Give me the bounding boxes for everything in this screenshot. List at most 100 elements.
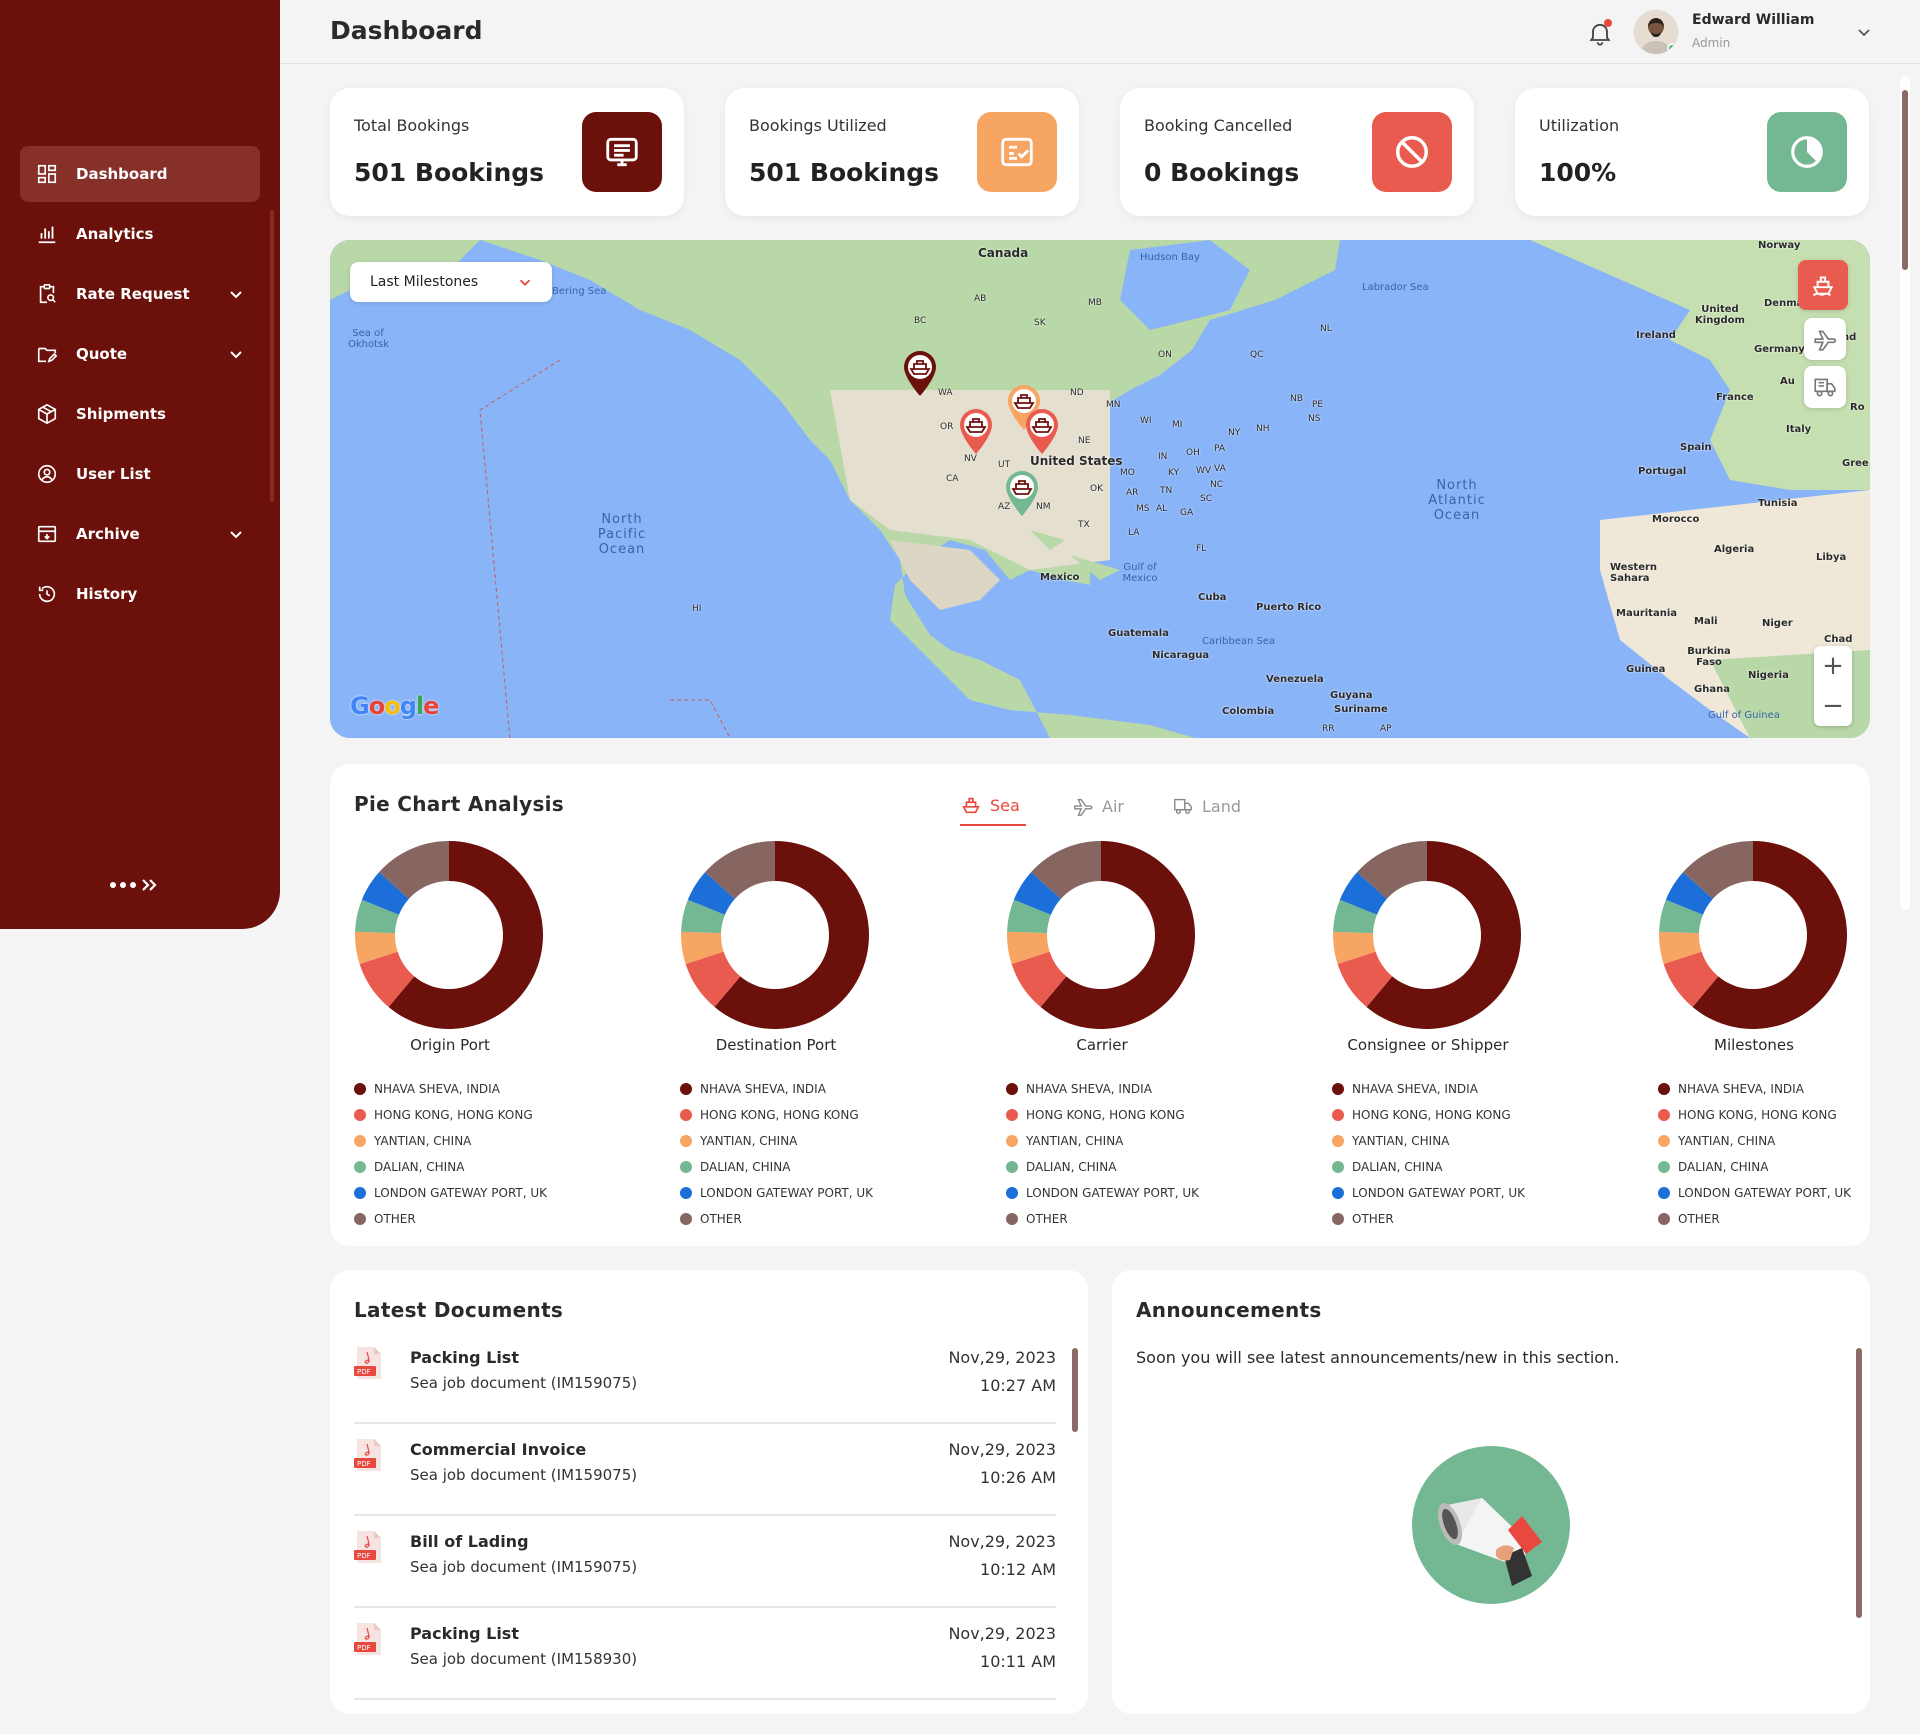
map-label: NS (1308, 414, 1321, 424)
map-label: OH (1186, 448, 1200, 458)
document-row[interactable]: PDF Packing List Sea job document (IM159… (354, 1332, 1056, 1424)
main-scrollbar[interactable] (1900, 76, 1910, 910)
land-mode-button[interactable] (1804, 366, 1846, 408)
legend-swatch (1658, 1213, 1670, 1225)
map-label: MB (1088, 298, 1102, 308)
legend-item[interactable]: OTHER (680, 1206, 950, 1232)
legend-item[interactable]: LONDON GATEWAY PORT, UK (1006, 1180, 1276, 1206)
legend-item[interactable]: OTHER (1332, 1206, 1602, 1232)
shipment-pin[interactable] (1002, 468, 1042, 518)
chevron-down-icon[interactable] (1854, 22, 1874, 42)
legend-item[interactable]: HONG KONG, HONG KONG (1006, 1102, 1276, 1128)
map-label: MI (1172, 420, 1183, 430)
map-label: Guinea (1626, 664, 1666, 675)
legend-item[interactable]: LONDON GATEWAY PORT, UK (1658, 1180, 1920, 1206)
tab-land[interactable]: Land (1172, 786, 1241, 826)
zoom-in-button[interactable]: + (1814, 646, 1852, 686)
legend-item[interactable]: DALIAN, CHINA (1332, 1154, 1602, 1180)
page-title: Dashboard (330, 16, 483, 45)
legend-label: LONDON GATEWAY PORT, UK (1678, 1186, 1852, 1200)
legend-item[interactable]: YANTIAN, CHINA (1332, 1128, 1602, 1154)
legend-item[interactable]: LONDON GATEWAY PORT, UK (680, 1180, 950, 1206)
document-row[interactable]: PDF Commercial Invoice Sea job document … (354, 1424, 1056, 1516)
legend-item[interactable]: NHAVA SHEVA, INDIA (354, 1076, 624, 1102)
legend-item[interactable]: HONG KONG, HONG KONG (354, 1102, 624, 1128)
dashboard-grid-icon (37, 164, 57, 184)
tab-air[interactable]: Air (1072, 786, 1124, 826)
shipment-pin[interactable] (1022, 406, 1062, 456)
legend-item[interactable]: NHAVA SHEVA, INDIA (1658, 1076, 1920, 1102)
legend-item[interactable]: LONDON GATEWAY PORT, UK (1332, 1180, 1602, 1206)
documents-scrollbar[interactable] (1072, 1348, 1078, 1432)
map-label: Au (1780, 376, 1795, 387)
sidebar-item-history[interactable]: History (20, 566, 260, 622)
avatar[interactable] (1634, 10, 1678, 54)
tab-label: Air (1102, 796, 1124, 816)
pie-chart: Carrier NHAVA SHEVA, INDIA HONG KONG, HONG… (982, 840, 1282, 1236)
tab-sea[interactable]: Sea (960, 786, 1026, 826)
document-subtitle: Sea job document (IM159075) (410, 1374, 638, 1392)
legend-label: LONDON GATEWAY PORT, UK (700, 1186, 874, 1200)
legend-item[interactable]: NHAVA SHEVA, INDIA (1332, 1076, 1602, 1102)
milestones-dropdown[interactable]: Last Milestones (350, 262, 552, 302)
shipment-pin[interactable] (956, 406, 996, 456)
stat-card-total-bookings[interactable]: Total Bookings 501 Bookings (330, 88, 684, 216)
legend-item[interactable]: YANTIAN, CHINA (354, 1128, 624, 1154)
sea-mode-button[interactable] (1798, 260, 1848, 310)
stat-card-booking-cancelled[interactable]: Booking Cancelled 0 Bookings (1120, 88, 1474, 216)
announcements-scrollbar[interactable] (1856, 1348, 1862, 1618)
legend-item[interactable]: DALIAN, CHINA (680, 1154, 950, 1180)
map-label: KY (1168, 468, 1180, 478)
map-label: NY (1228, 428, 1241, 438)
svg-text:PDF: PDF (357, 1552, 371, 1560)
map-label: Puerto Rico (1256, 602, 1322, 613)
sidebar-item-dashboard[interactable]: Dashboard (20, 146, 260, 202)
sidebar-item-shipments[interactable]: Shipments (20, 386, 260, 442)
document-row[interactable]: PDF Bill of Lading Sea job document (IM1… (354, 1516, 1056, 1608)
map-label: NH (1256, 424, 1270, 434)
legend-item[interactable]: DALIAN, CHINA (1006, 1154, 1276, 1180)
legend-item[interactable]: LONDON GATEWAY PORT, UK (354, 1180, 624, 1206)
svg-text:PDF: PDF (357, 1644, 371, 1652)
notification-bell-icon[interactable] (1586, 19, 1614, 47)
legend-item[interactable]: OTHER (1658, 1206, 1920, 1232)
legend-item[interactable]: HONG KONG, HONG KONG (1658, 1102, 1920, 1128)
sidebar-scrollbar[interactable] (270, 210, 274, 502)
scrollbar-thumb[interactable] (1902, 90, 1908, 270)
legend-item[interactable]: DALIAN, CHINA (1658, 1154, 1920, 1180)
legend-item[interactable]: YANTIAN, CHINA (1006, 1128, 1276, 1154)
legend-label: DALIAN, CHINA (1026, 1160, 1117, 1174)
document-row[interactable]: PDF Packing List Sea job document (IM158… (354, 1608, 1056, 1700)
map-label: France (1716, 392, 1754, 403)
legend-item[interactable]: NHAVA SHEVA, INDIA (680, 1076, 950, 1102)
legend-item[interactable]: DALIAN, CHINA (354, 1154, 624, 1180)
legend-item[interactable]: OTHER (354, 1206, 624, 1232)
legend-swatch (1658, 1135, 1670, 1147)
sidebar-item-quote[interactable]: Quote (20, 326, 260, 382)
collapse-dots-icon[interactable] (110, 873, 170, 897)
map-label: IN (1158, 452, 1168, 462)
legend-item[interactable]: YANTIAN, CHINA (1658, 1128, 1920, 1154)
air-mode-button[interactable] (1804, 318, 1846, 360)
legend-item[interactable]: NHAVA SHEVA, INDIA (1006, 1076, 1276, 1102)
legend-item[interactable]: OTHER (1006, 1206, 1276, 1232)
sidebar-item-analytics[interactable]: Analytics (20, 206, 260, 262)
stat-card-utilization[interactable]: Utilization 100% (1515, 88, 1869, 216)
sidebar-item-user-list[interactable]: User List (20, 446, 260, 502)
shipment-pin[interactable] (900, 348, 940, 398)
map-label: Ghana (1694, 684, 1730, 695)
zoom-out-button[interactable]: − (1814, 686, 1852, 726)
legend-item[interactable]: YANTIAN, CHINA (680, 1128, 950, 1154)
sidebar-item-rate-request[interactable]: Rate Request (20, 266, 260, 322)
legend-item[interactable]: HONG KONG, HONG KONG (1332, 1102, 1602, 1128)
sidebar-item-label: Analytics (76, 225, 154, 243)
legend-item[interactable]: HONG KONG, HONG KONG (680, 1102, 950, 1128)
shipment-map[interactable]: Last Milestones Canada Hudson Bay Labrad… (330, 240, 1870, 738)
document-date: Nov,29, 2023 (948, 1532, 1056, 1551)
pie-chart-title: Carrier (1076, 1036, 1128, 1054)
legend-swatch (354, 1083, 366, 1095)
stat-card-bookings-utilized[interactable]: Bookings Utilized 501 Bookings (725, 88, 1079, 216)
map-label: Cuba (1198, 592, 1227, 603)
sidebar-item-archive[interactable]: Archive (20, 506, 260, 562)
stat-title: Bookings Utilized (749, 116, 887, 135)
